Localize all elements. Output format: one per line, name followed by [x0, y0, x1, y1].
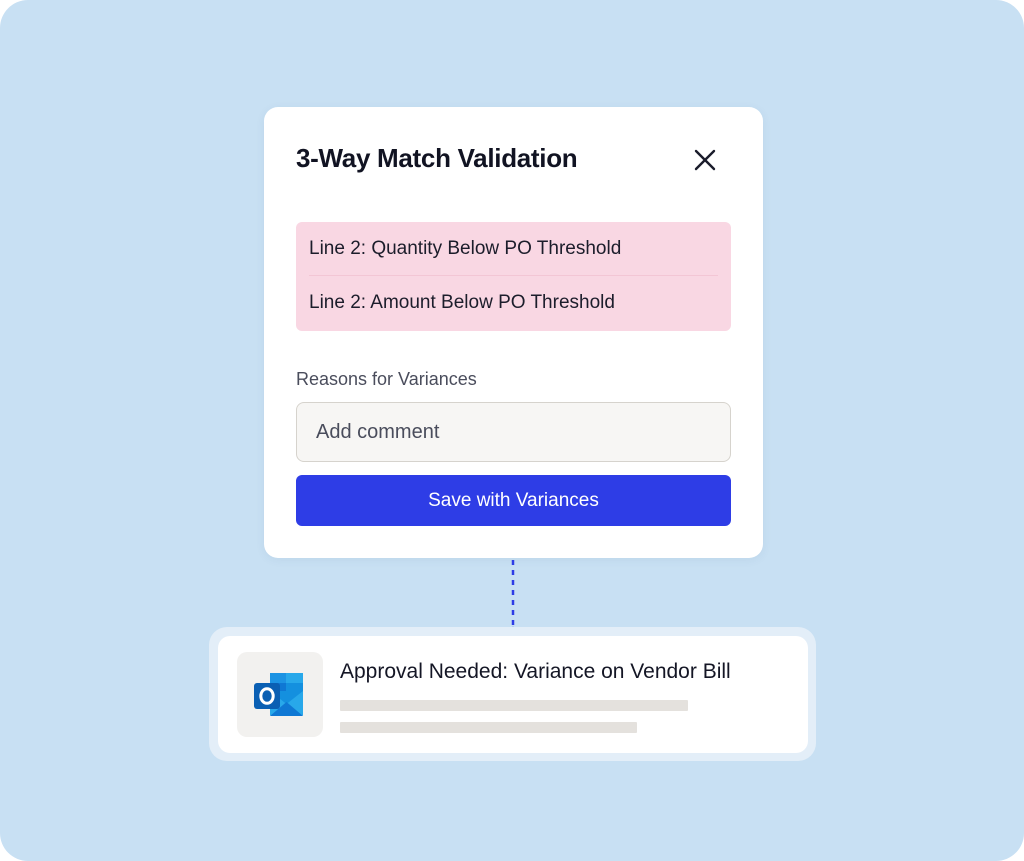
placeholder-line — [340, 722, 637, 733]
page-background: 3-Way Match Validation Line 2: Quantity … — [0, 0, 1024, 861]
validation-error-list: Line 2: Quantity Below PO Threshold Line… — [296, 222, 731, 331]
validation-error-item: Line 2: Amount Below PO Threshold — [309, 292, 615, 313]
match-validation-dialog: 3-Way Match Validation Line 2: Quantity … — [264, 107, 763, 558]
close-button[interactable] — [690, 145, 720, 175]
email-notification[interactable]: Approval Needed: Variance on Vendor Bill — [218, 636, 808, 753]
notification-title: Approval Needed: Variance on Vendor Bill — [340, 660, 731, 683]
outlook-icon — [254, 673, 303, 716]
comment-input[interactable] — [296, 402, 731, 462]
save-with-variances-button[interactable]: Save with Variances — [296, 475, 731, 526]
close-icon — [694, 149, 716, 171]
dialog-title: 3-Way Match Validation — [296, 143, 578, 173]
reasons-label: Reasons for Variances — [296, 369, 477, 389]
app-tile — [237, 652, 323, 737]
placeholder-line — [340, 700, 688, 711]
error-divider — [309, 275, 718, 276]
validation-error-item: Line 2: Quantity Below PO Threshold — [309, 238, 622, 259]
